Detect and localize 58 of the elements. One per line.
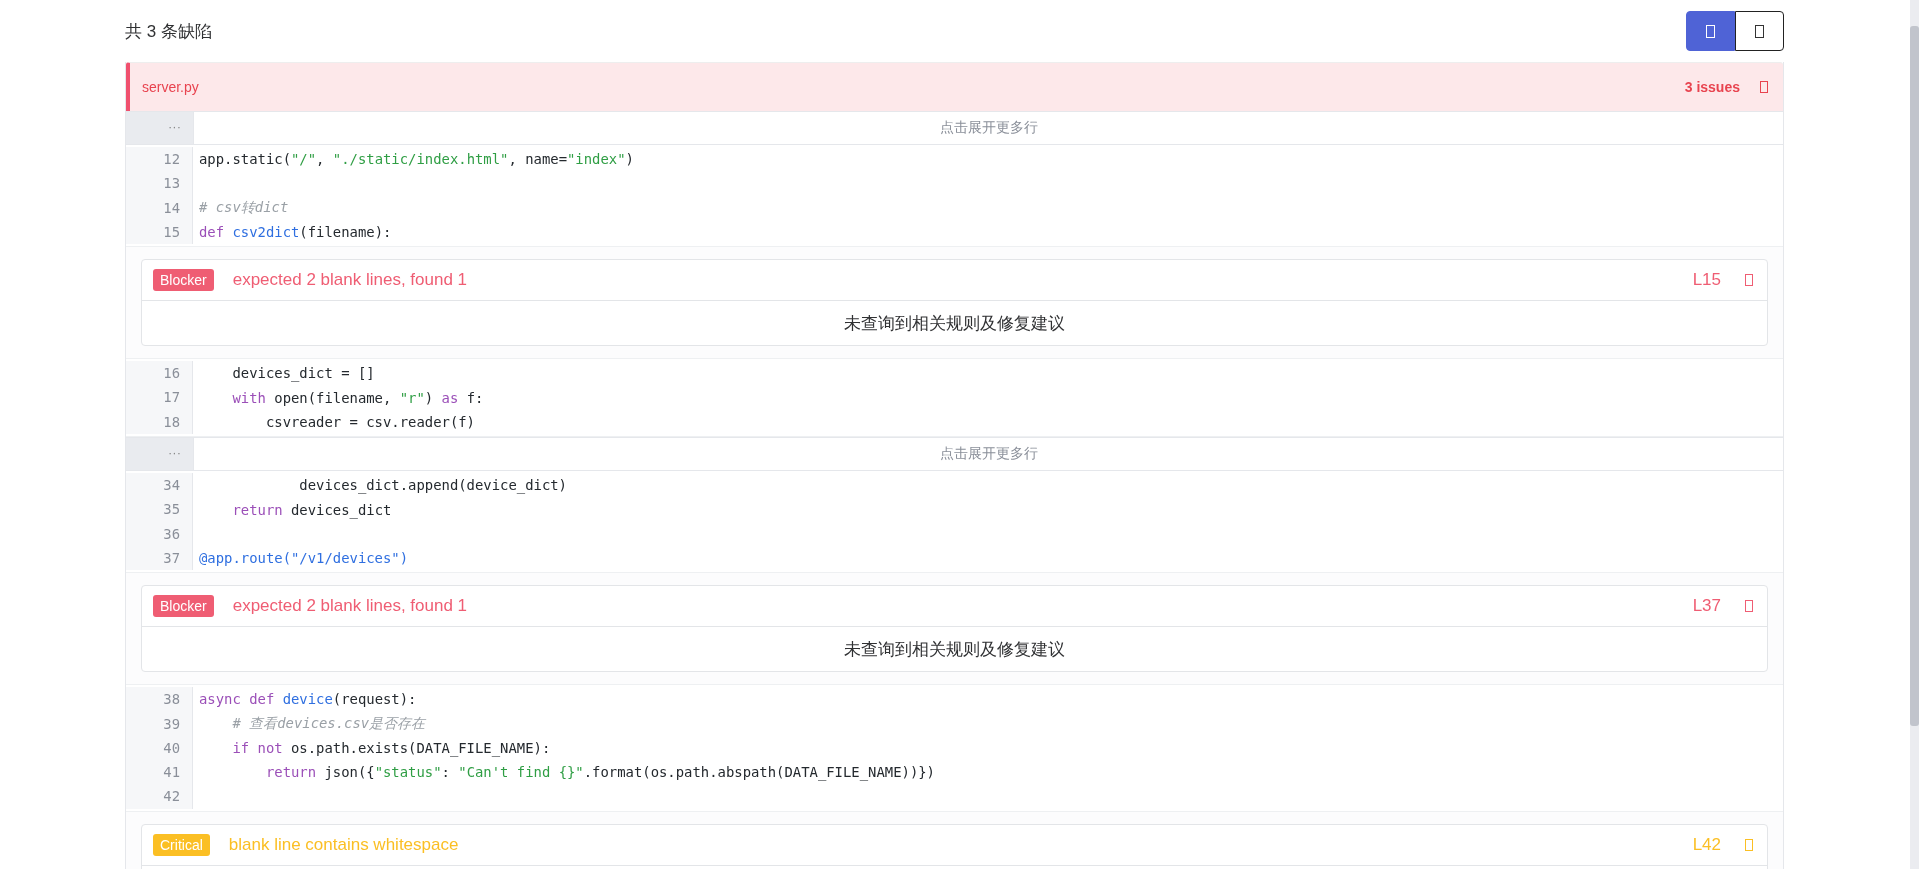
line-number: 14 <box>126 195 193 220</box>
suggestion-text: 未查询到相关规则及修复建议 <box>844 638 1065 661</box>
line-number: 37 <box>126 545 193 571</box>
file-name: server.py <box>142 79 199 95</box>
severity-badge: Critical <box>153 833 210 856</box>
code-line: # 查看devices.csv是否存在 <box>231 714 426 731</box>
defect-count-title: 共 3 条缺陷 <box>125 20 212 43</box>
code-line: app.static("/", "./static/index.html", name="index") <box>199 151 634 168</box>
code-line: return devices_dict <box>231 501 392 518</box>
missing-glyph-icon <box>1760 81 1768 93</box>
expand-lines-row[interactable]: ··· 点击展开更多行 <box>126 437 1783 472</box>
line-number: 13 <box>126 171 193 196</box>
issue-line-number: L42 <box>1692 834 1721 855</box>
severity-badge: Blocker <box>153 595 214 618</box>
line-number: 35 <box>126 497 193 522</box>
issue-line-number: L37 <box>1692 596 1721 617</box>
issue-line-number: L15 <box>1692 270 1721 291</box>
code-line: # csv转dict <box>199 198 289 215</box>
scrollbar[interactable] <box>1910 0 1919 869</box>
code-line: def csv2dict(filename): <box>199 224 392 241</box>
issue-count: 3 issues <box>1684 79 1740 95</box>
line-number: 15 <box>126 219 193 245</box>
expand-lines-label: 点击展开更多行 <box>193 438 1783 471</box>
line-number: 36 <box>126 521 193 546</box>
view-toggle-button[interactable] <box>1735 11 1784 51</box>
expand-lines-row[interactable]: ··· 点击展开更多行 <box>126 111 1783 145</box>
missing-glyph-icon[interactable] <box>1745 600 1753 613</box>
code-line: if not os.path.exists(DATA_FILE_NAME): <box>231 740 551 756</box>
line-number: 41 <box>126 760 193 785</box>
code-line: return json({"status": "Can't find {}".format(os.path.abspath(DATA_FILE_NAME))}) <box>264 764 935 781</box>
line-number: 40 <box>126 735 193 761</box>
line-number: 18 <box>126 409 193 435</box>
code-line: async def device(request): <box>199 691 417 708</box>
missing-glyph-icon[interactable] <box>1745 838 1753 851</box>
issue-message: expected 2 blank lines, found 1 <box>232 270 469 291</box>
line-number: 39 <box>126 711 193 736</box>
view-toggle-button[interactable] <box>1686 11 1735 51</box>
expand-lines-label: 点击展开更多行 <box>193 112 1783 144</box>
scrollbar-thumb[interactable] <box>1910 26 1919 726</box>
code-line: with open(filename, "r") as f: <box>231 389 484 406</box>
file-header[interactable]: server.py 3 issues <box>126 62 1783 111</box>
fold-gutter: ··· <box>126 112 193 144</box>
severity-badge: Blocker <box>153 269 214 292</box>
issue-message: expected 2 blank lines, found 1 <box>232 596 469 617</box>
suggestion-text: 未查询到相关规则及修复建议 <box>844 312 1065 335</box>
line-number: 16 <box>126 361 193 386</box>
line-number: 38 <box>126 687 193 712</box>
line-number: 34 <box>126 473 193 498</box>
code-line: csvreader = csv.reader(f) <box>264 413 475 430</box>
code-line: devices_dict = [] <box>231 365 375 382</box>
line-number: 42 <box>126 784 193 809</box>
code-line: devices_dict.append(device_dict) <box>298 477 567 494</box>
issue-message: blank line contains whitespace <box>228 834 460 855</box>
fold-gutter: ··· <box>126 438 193 471</box>
code-line: @app.route("/v1/devices") <box>199 550 409 567</box>
line-number: 17 <box>126 385 193 410</box>
missing-glyph-icon[interactable] <box>1745 274 1753 287</box>
line-number: 12 <box>126 147 193 172</box>
